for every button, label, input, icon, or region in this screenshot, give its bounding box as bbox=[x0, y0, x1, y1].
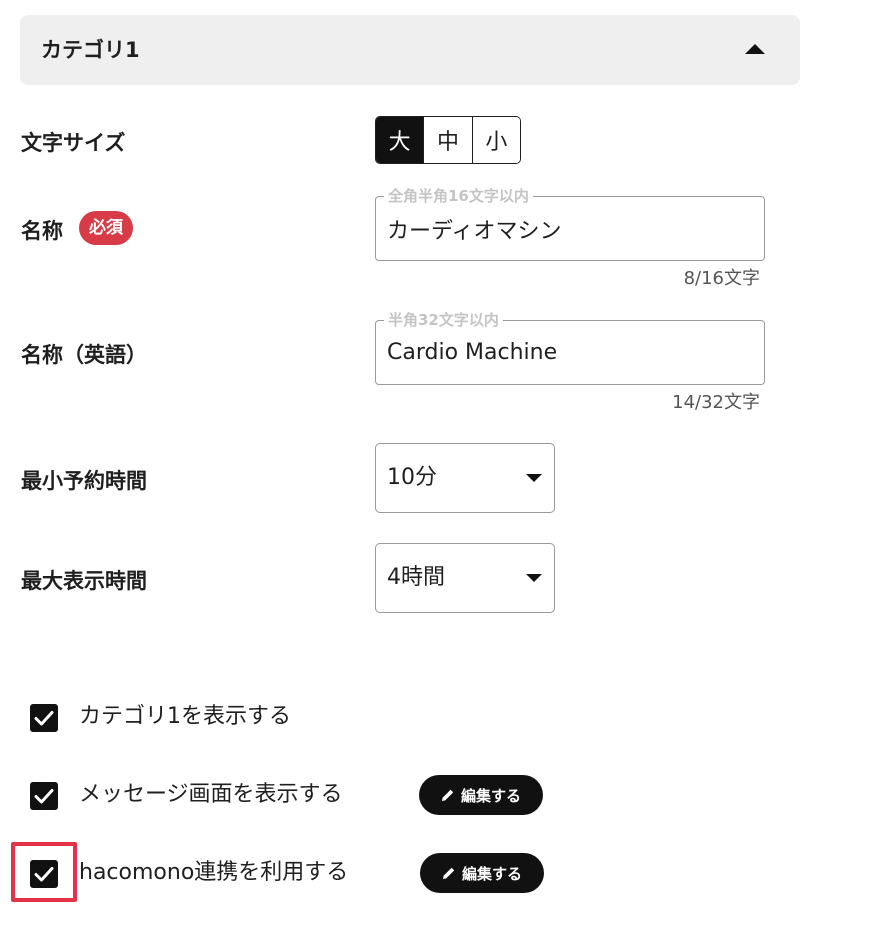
name-field: 全角半角16文字以内 bbox=[375, 185, 765, 261]
name-input[interactable] bbox=[387, 197, 747, 260]
name-en-char-counter: 14/32文字 bbox=[672, 392, 760, 413]
text-size-label: 文字サイズ bbox=[21, 131, 126, 155]
max-display-time-select[interactable]: 4時間 bbox=[375, 543, 555, 613]
name-label: 名称 bbox=[21, 219, 63, 243]
name-en-field: 半角32文字以内 bbox=[375, 309, 765, 385]
name-en-input[interactable] bbox=[387, 321, 747, 384]
text-size-toggle-group: 大 中 小 bbox=[375, 116, 521, 164]
min-booking-time-value: 10分 bbox=[387, 465, 437, 490]
highlight-box bbox=[11, 842, 77, 902]
max-display-time-value: 4時間 bbox=[387, 565, 445, 590]
show-message-checkbox[interactable] bbox=[30, 782, 58, 810]
text-size-small-button[interactable]: 小 bbox=[471, 117, 520, 163]
name-en-label: 名称（英語） bbox=[21, 343, 147, 367]
caret-down-icon bbox=[526, 474, 542, 482]
show-category-checkbox[interactable] bbox=[30, 704, 58, 732]
edit-hacomono-button[interactable]: 編集する bbox=[420, 853, 544, 893]
category-title: カテゴリ1 bbox=[41, 38, 140, 62]
min-booking-time-label: 最小予約時間 bbox=[21, 469, 147, 493]
edit-hacomono-button-label: 編集する bbox=[461, 864, 522, 883]
pencil-icon bbox=[441, 788, 455, 802]
hacomono-link-label: hacomono連携を利用する bbox=[79, 860, 349, 885]
checkmark-icon bbox=[34, 711, 54, 726]
max-display-time-label: 最大表示時間 bbox=[21, 569, 147, 593]
category-accordion-header[interactable]: カテゴリ1 bbox=[20, 15, 800, 85]
edit-message-button[interactable]: 編集する bbox=[419, 775, 543, 815]
caret-down-icon bbox=[526, 574, 542, 582]
edit-message-button-label: 編集する bbox=[460, 786, 521, 805]
text-size-medium-button[interactable]: 中 bbox=[423, 117, 472, 163]
caret-up-icon[interactable] bbox=[745, 44, 765, 54]
name-char-counter: 8/16文字 bbox=[683, 268, 760, 289]
checkmark-icon bbox=[34, 789, 54, 804]
min-booking-time-select[interactable]: 10分 bbox=[375, 443, 555, 513]
required-badge: 必須 bbox=[79, 211, 133, 245]
pencil-icon bbox=[442, 866, 456, 880]
text-size-large-button[interactable]: 大 bbox=[376, 117, 424, 163]
show-message-label: メッセージ画面を表示する bbox=[79, 782, 343, 807]
show-category-label: カテゴリ1を表示する bbox=[79, 704, 291, 729]
